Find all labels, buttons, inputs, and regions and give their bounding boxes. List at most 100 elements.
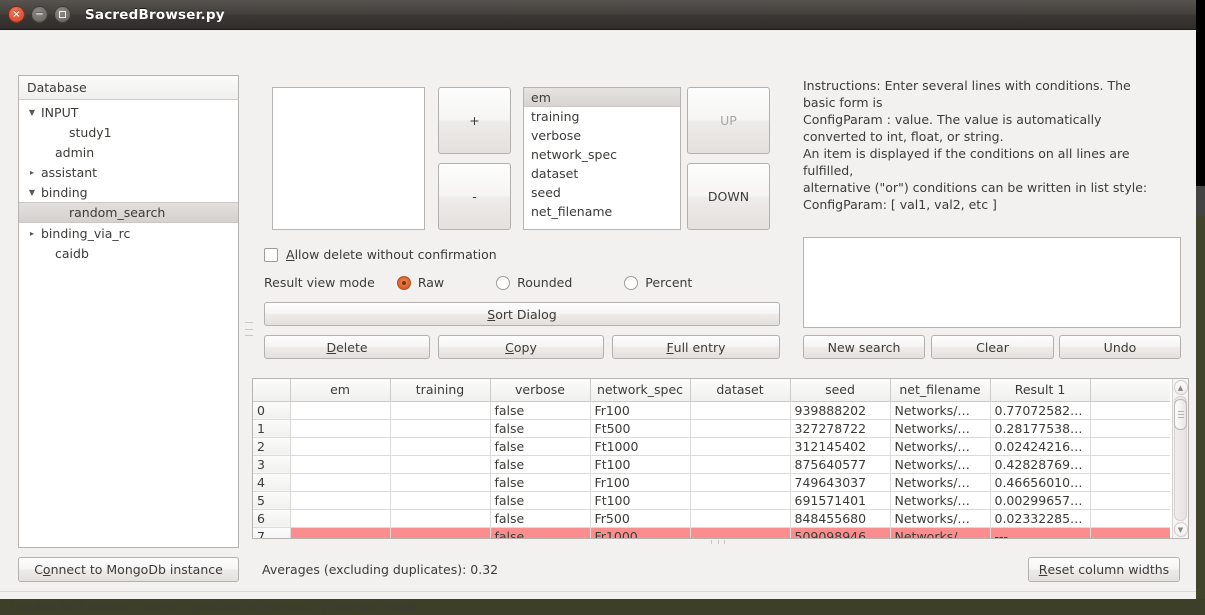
cell-verbose[interactable]: false (490, 473, 591, 492)
cell-net_filename[interactable]: Networks/… (890, 437, 991, 456)
cell-network_spec[interactable]: Ft100 (590, 455, 691, 474)
cell-verbose[interactable]: false (490, 419, 591, 438)
new-search-button[interactable]: New search (803, 335, 925, 359)
cell-training[interactable] (390, 491, 491, 510)
move-down-button[interactable]: DOWN (687, 163, 770, 230)
cell-network_spec[interactable]: Ft1000 (590, 437, 691, 456)
cell-training[interactable] (390, 473, 491, 492)
cell-em[interactable] (290, 419, 391, 438)
cell-result1[interactable]: --- (990, 527, 1091, 538)
cell-dataset[interactable] (690, 455, 791, 474)
cell-em[interactable] (290, 527, 391, 538)
field-value-box[interactable] (272, 87, 425, 230)
cell-training[interactable] (390, 419, 491, 438)
cell-em[interactable] (290, 437, 391, 456)
reset-column-widths-button[interactable]: Reset column widths (1028, 557, 1180, 582)
cell-result1[interactable]: 0.02332285… (990, 509, 1091, 528)
clear-search-button[interactable]: Clear (931, 335, 1054, 359)
radio-rounded-icon[interactable] (496, 275, 511, 290)
cell-em[interactable] (290, 509, 391, 528)
database-tree-body[interactable]: ▼INPUT▸study1▸admin▸assistant▼binding▸ra… (19, 100, 238, 263)
scrollbar-thumb[interactable] (1174, 399, 1187, 430)
cell-seed[interactable]: 875640577 (790, 455, 891, 474)
chevron-right-icon[interactable]: ▸ (25, 229, 39, 238)
result-view-mode-radios[interactable]: Raw Rounded Percent (375, 275, 692, 290)
param-item-network_spec[interactable]: network_spec (524, 145, 680, 164)
param-item-em[interactable]: em (524, 88, 680, 107)
column-header-verbose[interactable]: verbose (490, 379, 591, 402)
cell-seed[interactable]: 749643037 (790, 473, 891, 492)
cell-result1[interactable]: 0.00299657… (990, 491, 1091, 510)
cell-result1[interactable]: 0.46656010… (990, 473, 1091, 492)
allow-delete-checkbox[interactable] (264, 247, 278, 262)
tree-item-assistant[interactable]: ▸ assistant (19, 162, 238, 182)
cell-network_spec[interactable]: Fr100 (590, 473, 691, 492)
tree-item-admin[interactable]: ▸admin (19, 142, 238, 162)
chevron-down-icon[interactable]: ▼ (25, 108, 39, 117)
table-row[interactable]: 3 false Ft100 875640577 Networks/… 0.42828769… (253, 455, 1170, 474)
cell-training[interactable] (390, 401, 491, 420)
undo-search-button[interactable]: Undo (1059, 335, 1181, 359)
param-item-dataset[interactable]: dataset (524, 164, 680, 183)
param-item-seed[interactable]: seed (524, 183, 680, 202)
tree-item-binding_via_rc[interactable]: ▸ binding_via_rc (19, 223, 238, 243)
move-up-button[interactable]: UP (687, 87, 770, 154)
cell-dataset[interactable] (690, 491, 791, 510)
cell-verbose[interactable]: false (490, 455, 591, 474)
view-mode-raw[interactable]: Raw (396, 275, 444, 290)
radio-raw-icon[interactable] (396, 275, 411, 290)
column-header-rownum[interactable] (253, 379, 291, 402)
maximize-icon[interactable] (54, 6, 71, 23)
tree-item-study1[interactable]: ▸study1 (19, 122, 238, 142)
cell-network_spec[interactable]: Fr1000 (590, 527, 691, 538)
search-query-input[interactable] (803, 237, 1181, 328)
cell-dataset[interactable] (690, 437, 791, 456)
cell-dataset[interactable] (690, 401, 791, 420)
cell-verbose[interactable]: false (490, 509, 591, 528)
cell-em[interactable] (290, 455, 391, 474)
tree-item-random_search[interactable]: ▸random_search (19, 202, 238, 223)
radio-percent-icon[interactable] (624, 275, 639, 290)
column-header-dataset[interactable]: dataset (690, 379, 791, 402)
cell-net_filename[interactable]: Networks/… (890, 419, 991, 438)
table-row[interactable]: 5 false Ft100 691571401 Networks/… 0.00299657… (253, 491, 1170, 510)
chevron-down-icon[interactable]: ▼ (25, 188, 39, 197)
cell-verbose[interactable]: false (490, 527, 591, 538)
horizontal-splitter-handle[interactable] (711, 539, 725, 545)
add-field-button[interactable]: + (438, 87, 511, 154)
cell-seed[interactable]: 691571401 (790, 491, 891, 510)
cell-em[interactable] (290, 473, 391, 492)
results-vertical-scrollbar[interactable]: ▲ ▼ (1172, 379, 1188, 538)
parameter-list[interactable]: em training verbose network_spec dataset seed… (523, 87, 681, 230)
table-row[interactable]: 0 false Fr100 939888202 Networks/… 0.77072582… (253, 401, 1170, 420)
sort-dialog-button[interactable]: Sort Dialog (264, 302, 780, 326)
cell-result1[interactable]: 0.02424216… (990, 437, 1091, 456)
allow-delete-row[interactable]: Allow delete without confirmation (264, 247, 497, 262)
minimize-icon[interactable]: − (31, 6, 48, 23)
tree-item-binding[interactable]: ▼ binding (19, 182, 238, 202)
cell-training[interactable] (390, 509, 491, 528)
cell-dataset[interactable] (690, 473, 791, 492)
cell-result1[interactable]: 0.77072582… (990, 401, 1091, 420)
close-icon[interactable]: × (8, 6, 25, 23)
cell-net_filename[interactable]: Networks/… (890, 491, 991, 510)
cell-seed[interactable]: 327278722 (790, 419, 891, 438)
cell-network_spec[interactable]: Ft500 (590, 419, 691, 438)
results-table[interactable]: em training verbose network_spec dataset seed… (253, 379, 1170, 538)
cell-dataset[interactable] (690, 419, 791, 438)
cell-training[interactable] (390, 527, 491, 538)
vertical-splitter-handle[interactable] (245, 322, 253, 336)
cell-seed[interactable]: 312145402 (790, 437, 891, 456)
cell-em[interactable] (290, 401, 391, 420)
table-row[interactable]: 7 false Fr1000 509098946 Networks/--- (253, 527, 1170, 538)
cell-seed[interactable]: 848455680 (790, 509, 891, 528)
param-item-training[interactable]: training (524, 107, 680, 126)
table-row[interactable]: 6 false Fr500 848455680 Networks/… 0.02332285… (253, 509, 1170, 528)
cell-result1[interactable]: 0.28177538… (990, 419, 1091, 438)
cell-seed[interactable]: 939888202 (790, 401, 891, 420)
cell-dataset[interactable] (690, 509, 791, 528)
column-header-training[interactable]: training (390, 379, 491, 402)
cell-net_filename[interactable]: Networks/… (890, 473, 991, 492)
connect-to-mongodb-button[interactable]: Connect to MongoDb instance (18, 557, 239, 582)
cell-net_filename[interactable]: Networks/ (890, 527, 991, 538)
